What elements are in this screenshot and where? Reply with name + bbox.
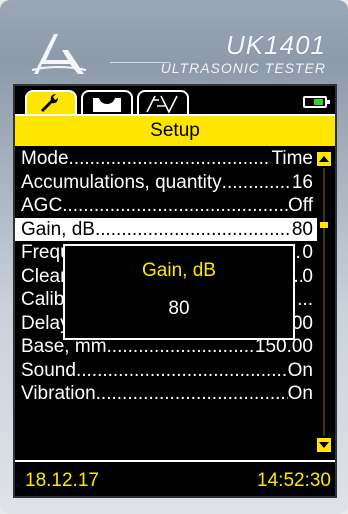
settings-row[interactable]: Gain, dB 80: [15, 217, 317, 242]
setting-value: Off: [288, 195, 313, 216]
scroll-track[interactable]: [323, 168, 325, 436]
scroll-thumb[interactable]: [320, 222, 328, 228]
dialog-value[interactable]: 80: [65, 298, 293, 320]
setting-label: Clear: [21, 265, 67, 287]
leader-dots: [222, 171, 292, 195]
lcd-screen: Setup ModeTimeAccumulations, quantity16A…: [13, 84, 337, 498]
gain-dialog[interactable]: Gain, dB 80: [63, 244, 295, 340]
wrench-icon: [41, 94, 58, 112]
setting-label: Sound: [21, 359, 76, 381]
setting-value: On: [287, 383, 313, 404]
device-body: UK1401 ULTRASONIC TESTER Setup Mode ....…: [0, 0, 348, 514]
battery-indicator: [303, 96, 330, 108]
arrow-up-icon: [319, 156, 329, 162]
leader-dots: [96, 382, 288, 406]
tab-settings[interactable]: [25, 90, 77, 114]
brand-logo: [31, 34, 87, 74]
status-footer: 18.12.17 14:52:30: [15, 460, 335, 496]
date-display: 18.12.17: [25, 470, 99, 491]
scroll-up-button[interactable]: [317, 152, 331, 166]
tab-bar: [25, 90, 330, 114]
setting-label: Accumulations, quantity: [21, 171, 222, 193]
settings-row[interactable]: Accumulations, quantity 16: [15, 171, 317, 195]
setting-label: Mode: [21, 148, 69, 169]
settings-row[interactable]: Vibration On: [15, 382, 317, 406]
settings-row[interactable]: Mode Time: [15, 147, 317, 171]
device-header: UK1401 ULTRASONIC TESTER: [0, 0, 348, 84]
device-subtitle: ULTRASONIC TESTER: [160, 60, 326, 76]
setting-value: 16: [291, 171, 313, 193]
settings-row[interactable]: Sound On: [15, 359, 317, 383]
leader-dots: [76, 359, 288, 383]
tab-probe[interactable]: [137, 90, 189, 114]
setting-label: Vibration: [21, 383, 96, 404]
tab-waveform[interactable]: [81, 90, 133, 114]
setting-value: ...: [297, 289, 313, 310]
setting-value: Time: [271, 148, 313, 169]
dialog-title: Gain, dB: [142, 260, 216, 281]
time-display: 14:52:30: [257, 470, 331, 491]
screen-title: Setup: [15, 116, 335, 146]
setting-label: AGC: [21, 195, 63, 216]
setting-value: 80: [291, 218, 313, 240]
scroll-down-button[interactable]: [317, 438, 331, 452]
waveform-icon: [93, 98, 121, 112]
settings-row[interactable]: AGC Off: [15, 194, 317, 218]
device-model: UK1401: [226, 30, 326, 60]
leader-dots: [69, 147, 272, 171]
setting-value: 0: [302, 242, 313, 263]
leader-dots: [95, 218, 292, 242]
probe-angle-icon: [146, 95, 178, 114]
setting-value: 0: [302, 265, 313, 287]
setting-value: On: [287, 359, 313, 381]
scrollbar[interactable]: [317, 152, 331, 452]
battery-level: [314, 99, 323, 105]
setting-label: Gain, dB: [21, 218, 95, 240]
leader-dots: [62, 194, 288, 218]
arrow-down-icon: [319, 442, 329, 448]
